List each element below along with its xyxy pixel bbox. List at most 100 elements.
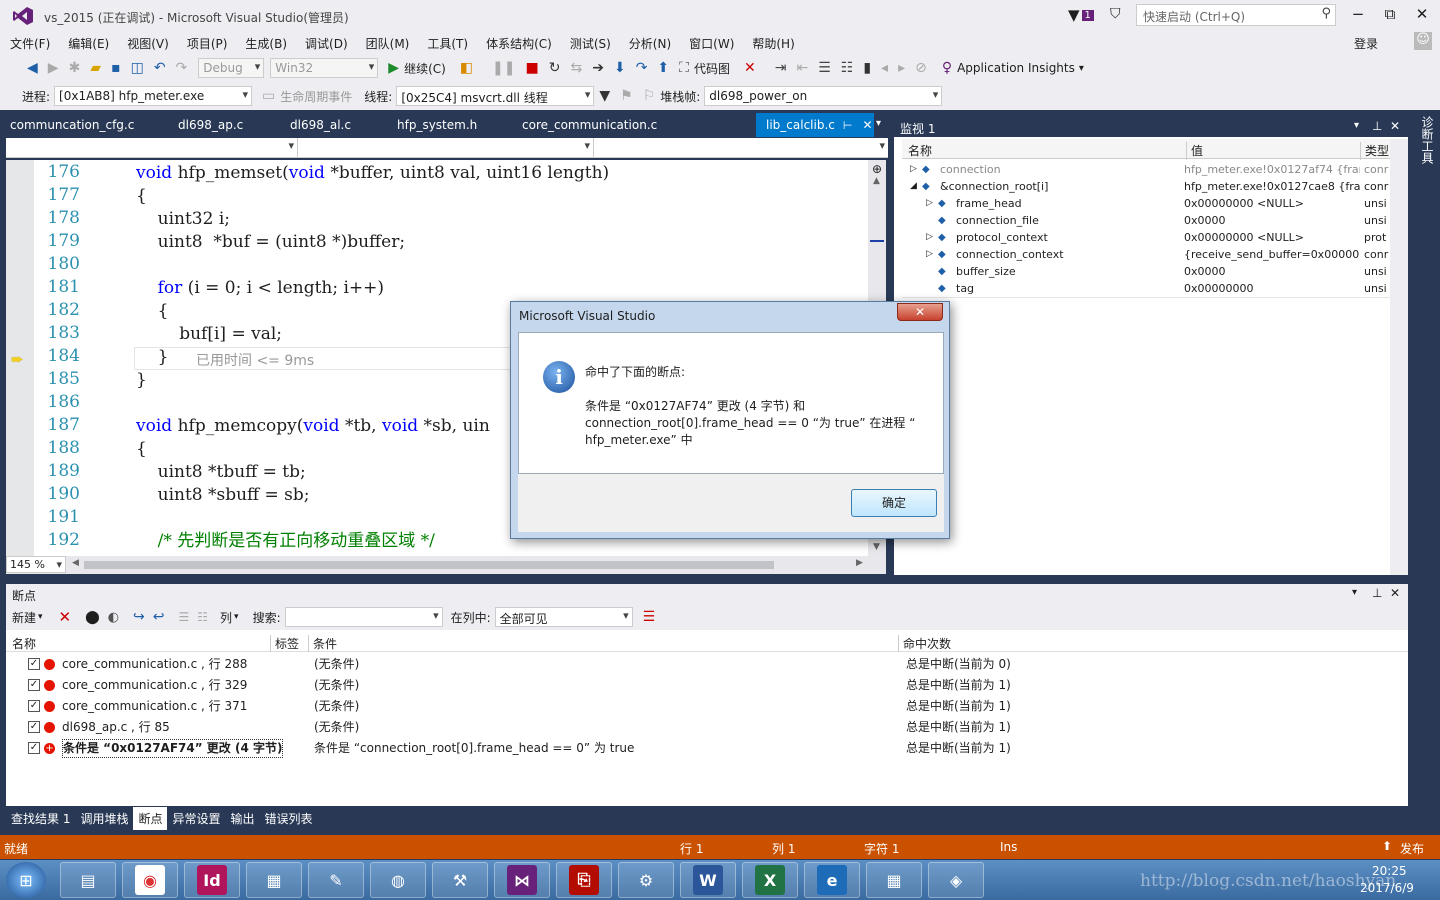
breakpoint-row[interactable]: ✓ + 条件是 “0x0127AF74” 更改 (4 字节) 条件是 “connect… [6,738,1408,759]
taskbar-excel-icon[interactable]: X [742,862,798,898]
bp-delete-all-icon[interactable]: ⬤ [85,610,100,625]
taskbar-tool-icon[interactable]: ⚒ [432,862,488,898]
tab-output[interactable]: 输出 [226,807,260,830]
watch-col-type[interactable]: 类型 [1360,142,1389,160]
bp-in-column-select[interactable]: 全部可见 [494,607,633,627]
maximize-button[interactable]: ⧉ [1374,0,1406,28]
taskbar-wrench-icon[interactable]: ⚙ [618,862,674,898]
scroll-down-icon[interactable]: ▼ [873,542,880,552]
watch-empty-row[interactable] [902,297,1390,298]
account-icon[interactable]: ☺ [1414,32,1432,50]
taskbar-ie-icon[interactable]: e [804,862,860,898]
undo-icon[interactable]: ↶ [154,60,166,76]
flag-icon[interactable]: ⚑ [620,88,633,104]
stackframe-select[interactable]: dl698_power_on [704,86,943,106]
notification-flag[interactable]: ▼ 1 [1068,6,1094,24]
application-insights-button[interactable]: Application Insights [957,61,1075,75]
code-line[interactable]: } [136,369,147,392]
start-button[interactable]: ⊞ [6,862,46,898]
bp-close-icon[interactable]: ✕ [1390,586,1400,600]
watch-col-name[interactable]: 名称 [908,142,932,159]
menu-project[interactable]: 项目(P) [187,35,228,52]
watch-row[interactable]: ◆ tag 0x00000000 unsi [902,280,1398,297]
menu-edit[interactable]: 编辑(E) [68,35,109,52]
tab-exception-settings[interactable]: 异常设置 [167,807,225,830]
taskbar-word-icon[interactable]: W [680,862,736,898]
pause-icon[interactable]: ❚❚ [492,60,515,76]
menu-team[interactable]: 团队(M) [366,35,410,52]
back-icon[interactable]: ◀ [27,60,38,76]
dialog-close-button[interactable]: ✕ [897,303,943,321]
bp-col-name[interactable]: 名称 [12,635,36,652]
menu-window[interactable]: 窗口(W) [689,35,734,52]
config-select[interactable]: Debug [198,58,265,78]
breakpoint-checkbox[interactable]: ✓ [28,742,40,754]
expand-icon[interactable]: ◢ [910,178,917,195]
continue-button[interactable]: 继续(C) [404,60,446,77]
bp-export-icon[interactable]: ↩ [153,609,165,625]
code-map-icon[interactable]: ⛶ [679,60,689,76]
menu-debug[interactable]: 调试(D) [305,35,348,52]
code-line[interactable]: uint8 *sbuff = sb; [136,484,310,507]
taskbar-chrome-icon[interactable]: ◉ [122,862,178,898]
thread-filter-icon[interactable]: ▼ [599,88,610,104]
watch-row[interactable]: ◆ connection_file 0x0000 unsi [902,212,1398,229]
bookmark-icon[interactable]: ▮ [863,60,871,76]
redo-icon[interactable]: ↷ [176,60,188,76]
taskbar-pdf-icon[interactable]: ⎘ [556,862,612,898]
publish-button[interactable]: 发布 [1400,840,1424,857]
indent-icon[interactable]: ⇥ [775,60,787,76]
code-line[interactable]: uint32 i; [136,208,230,231]
login-link[interactable]: 登录 [1354,35,1378,52]
hscroll-thumb[interactable] [84,561,774,569]
flag-toggle-icon[interactable]: ⚐ [643,88,656,104]
taskbar-folder-icon[interactable]: ▤ [60,862,116,898]
menu-architecture[interactable]: 体系结构(C) [486,35,552,52]
code-line[interactable]: { [136,185,147,208]
watch-row[interactable]: ◆ buffer_size 0x0000 unsi [902,263,1398,280]
menu-tools[interactable]: 工具(T) [427,35,468,52]
watch-close-icon[interactable]: ✕ [1390,119,1400,133]
chevron-down-icon[interactable]: ▾ [38,612,43,622]
menu-test[interactable]: 测试(S) [570,35,611,52]
expand-icon[interactable]: ▷ [926,229,933,246]
expand-icon[interactable]: ▷ [926,195,933,212]
bp-new-button[interactable]: 新建 [12,609,36,626]
comment-icon[interactable]: ☰ [818,60,831,76]
lightbulb-icon[interactable]: ♀ [942,60,952,76]
bp-pin-icon[interactable]: ⊥ [1372,586,1382,600]
code-line[interactable]: void hfp_memcopy(void *tb, void *sb, uin [136,415,490,438]
code-line[interactable]: uint8 *tbuff = tb; [136,461,306,484]
quick-launch-input[interactable]: 快速启动 (Ctrl+Q) ⚲ [1136,4,1336,26]
diagnostic-tools-tab[interactable]: 诊断工具 [1414,112,1436,172]
bp-search-input[interactable] [284,607,443,627]
tab-dl698-al[interactable]: dl698_al.c [280,113,387,137]
outdent-icon[interactable]: ⇤ [796,60,808,76]
tab-close-icon[interactable]: ✕ [862,118,872,132]
tab-call-stack[interactable]: 调用堆栈 [75,807,133,830]
watch-row[interactable]: ▷ ◆ protocol_context 0x00000000 <NULL> prot [902,229,1398,246]
bp-col-condition[interactable]: 条件 [308,635,337,652]
bp-goto-disasm-icon[interactable]: ☷ [197,610,208,624]
feedback-icon[interactable]: ⛉ [1110,6,1121,22]
taskbar-indesign-icon[interactable]: Id [184,862,240,898]
platform-select[interactable]: Win32 [270,58,379,78]
code-map-button[interactable]: 代码图 [694,60,730,77]
clear-bookmark-icon[interactable]: ⊘ [915,60,927,76]
bp-col-hitcount[interactable]: 命中次数 [898,635,951,652]
code-line[interactable]: { [136,438,147,461]
stop-icon[interactable]: ■ [526,60,539,76]
step-over-icon[interactable]: ⬇ [614,60,626,76]
code-line[interactable]: } [136,346,169,369]
step-out-icon[interactable]: ↷ [636,60,648,76]
tab-find-results[interactable]: 查找结果 1 [6,807,75,830]
breakpoint-row[interactable]: ✓ core_communication.c , 行 329 (无条件) 总是中断(当… [6,675,1408,696]
tab-overflow-icon[interactable]: ▾ [876,118,881,129]
project-nav-select[interactable] [6,138,298,157]
watch-row[interactable]: ◢ ◆ &connection_root[i] hfp_meter.exe!0x012… [902,178,1398,195]
taskbar-vs-icon[interactable]: ⋈ [494,862,550,898]
clock-date[interactable]: 2017/6/9 [1360,881,1414,895]
bp-disable-all-icon[interactable]: ◐ [108,610,119,625]
breakpoint-row[interactable]: ✓ core_communication.c , 行 371 (无条件) 总是中断(当… [6,696,1408,717]
chevron-down-icon[interactable]: ▾ [234,612,239,622]
